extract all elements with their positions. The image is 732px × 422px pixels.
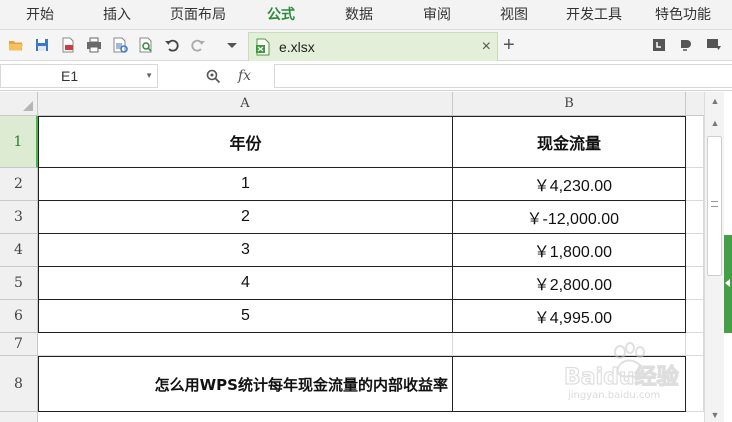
scroll-down-icon[interactable]: ▼ — [708, 408, 722, 422]
save-icon[interactable] — [34, 37, 50, 53]
menu-page-layout[interactable]: 页面布局 — [170, 0, 226, 30]
row-header-partial[interactable] — [0, 412, 38, 422]
row-header[interactable]: 3 — [0, 201, 38, 234]
undo-icon[interactable] — [164, 37, 180, 53]
menu-start[interactable]: 开始 — [26, 0, 54, 30]
cell-b4[interactable]: ￥1,800.00 — [453, 234, 686, 267]
formula-bar: E1 ▼ fx — [0, 62, 732, 91]
row-header[interactable]: 2 — [0, 168, 38, 201]
cell-a6[interactable]: 5 — [38, 300, 453, 333]
row-header[interactable]: 6 — [0, 300, 38, 333]
cell-a2[interactable]: 1 — [38, 168, 453, 201]
print-icon[interactable] — [86, 37, 102, 53]
cell-c1[interactable] — [686, 116, 704, 168]
feedback-icon[interactable] — [706, 38, 722, 52]
more-dropdown-icon[interactable] — [224, 37, 240, 53]
cell-a5[interactable]: 4 — [38, 267, 453, 300]
menu-developer-tools[interactable]: 开发工具 — [566, 0, 622, 30]
cell-a4[interactable]: 3 — [38, 234, 453, 267]
cell-reference: E1 — [61, 68, 79, 84]
name-box[interactable]: E1 ▼ — [0, 64, 158, 88]
cell-b3[interactable]: ￥-12,000.00 — [453, 201, 686, 234]
cell-c3[interactable] — [686, 201, 704, 234]
menu-data[interactable]: 数据 — [345, 0, 373, 30]
cell-a7[interactable] — [38, 333, 453, 356]
file-tab[interactable]: e.xlsx × — [248, 32, 498, 61]
select-all-triangle-icon — [23, 101, 33, 111]
add-tab-icon[interactable]: + — [503, 30, 515, 60]
cell-b1[interactable]: 现金流量 — [453, 116, 686, 168]
vertical-scrollbar[interactable]: ▲ ▲ ▼ — [704, 92, 724, 422]
row-header[interactable]: 8 — [0, 356, 38, 412]
namebox-dropdown-icon[interactable]: ▼ — [145, 65, 153, 87]
scroll-up-icon[interactable]: ▲ — [708, 94, 722, 108]
cell-c5[interactable] — [686, 267, 704, 300]
cell-b6[interactable]: ￥4,995.00 — [453, 300, 686, 333]
row-header[interactable]: 4 — [0, 234, 38, 267]
ribbon-menu-bar: 开始 插入 页面布局 公式 数据 审阅 视图 开发工具 特色功能 — [0, 0, 732, 30]
cell-a1[interactable]: 年份 — [38, 116, 453, 168]
cell-a3[interactable]: 2 — [38, 201, 453, 234]
menu-formula[interactable]: 公式 — [267, 0, 295, 30]
print-preview-icon[interactable] — [112, 37, 128, 53]
cell-c6[interactable] — [686, 300, 704, 333]
row-header[interactable]: 1 — [0, 116, 38, 168]
redo-icon[interactable] — [190, 37, 206, 53]
menu-view[interactable]: 视图 — [500, 0, 528, 30]
insert-function-button[interactable]: fx — [238, 62, 251, 90]
tab-filename: e.xlsx — [279, 39, 315, 55]
menu-insert[interactable]: 插入 — [103, 0, 131, 30]
excel-file-icon — [256, 38, 270, 56]
cell-b5[interactable]: ￥2,800.00 — [453, 267, 686, 300]
column-header-a[interactable]: A — [38, 92, 453, 116]
row-header[interactable]: 7 — [0, 333, 38, 356]
clock-history-icon[interactable] — [652, 38, 666, 52]
menu-review[interactable]: 审阅 — [423, 0, 451, 30]
cell-c2[interactable] — [686, 168, 704, 201]
baidu-jingyan-watermark: Baidu经验 jingyan.baidu.com — [563, 342, 679, 401]
share-icon[interactable] — [679, 38, 693, 52]
watermark-brand: Baidu经验 — [564, 364, 679, 390]
formula-input[interactable] — [274, 64, 732, 88]
collapse-arrow-icon — [725, 279, 730, 287]
cell-a8[interactable]: 怎么用WPS统计每年现金流量的内部收益率 — [38, 356, 453, 412]
tab-close-icon[interactable]: × — [482, 33, 491, 61]
export-pdf-icon[interactable] — [60, 37, 76, 53]
scroll-grip-icon — [711, 201, 718, 207]
watermark-url: jingyan.baidu.com — [567, 390, 660, 401]
column-header-b[interactable]: B — [453, 92, 686, 116]
scroll-thumb[interactable] — [707, 136, 722, 276]
row-header[interactable]: 5 — [0, 267, 38, 300]
column-header-c[interactable] — [686, 92, 704, 116]
search-function-icon[interactable] — [205, 68, 221, 84]
select-all-corner[interactable] — [0, 92, 38, 116]
side-panel-toggle[interactable] — [724, 235, 732, 333]
cell-b2[interactable]: ￥4,230.00 — [453, 168, 686, 201]
scroll-up-line-icon[interactable]: ▲ — [708, 116, 722, 130]
open-folder-icon[interactable] — [8, 37, 24, 53]
cell-c4[interactable] — [686, 234, 704, 267]
preview-magnifier-icon[interactable] — [138, 37, 154, 53]
menu-special-features[interactable]: 特色功能 — [655, 0, 711, 30]
